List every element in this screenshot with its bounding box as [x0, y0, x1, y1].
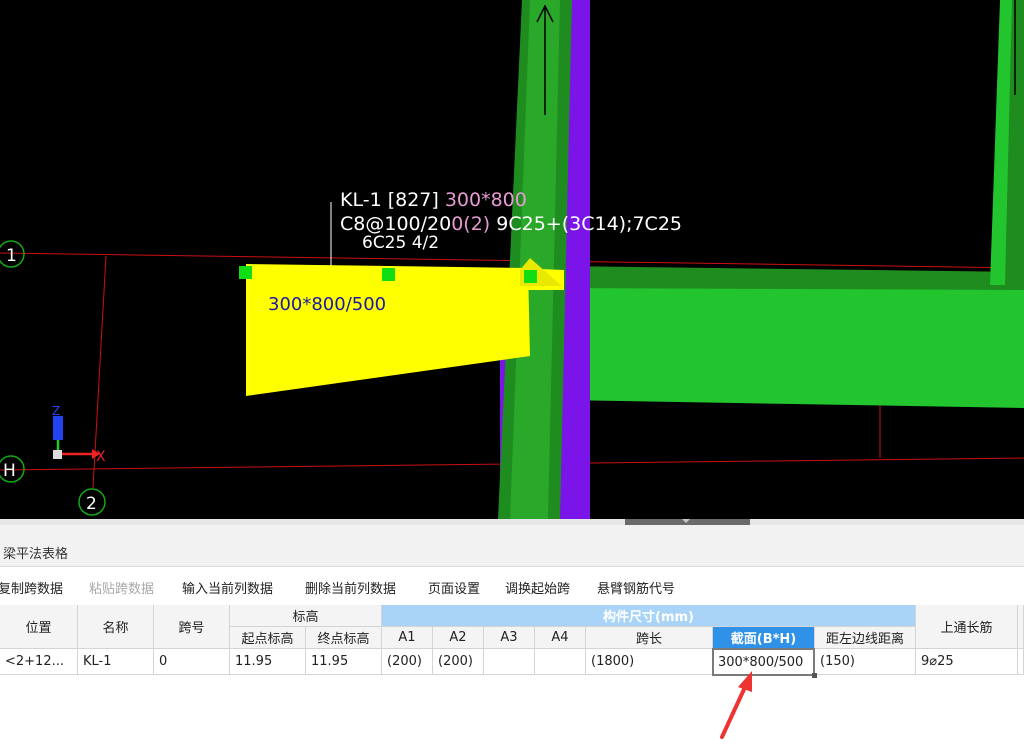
ucs-x-label: X [96, 449, 106, 465]
col-header-a1[interactable]: A1 [382, 627, 433, 649]
cad-viewport[interactable]: KL-1 [827] 300*800 C8@100/200(2) 9C25+(3… [0, 0, 1024, 519]
col-header-span-no[interactable]: 跨号 [154, 605, 230, 649]
cell-name[interactable]: KL-1 [78, 649, 154, 675]
delete-column-data-button[interactable]: 删除当前列数据 [305, 578, 396, 597]
axis-label-1: 1 [6, 246, 17, 266]
axis-label-2: 2 [86, 494, 97, 514]
annotation-arrow [720, 671, 752, 739]
col-header-elevation[interactable]: 标高 [230, 605, 382, 627]
beam-green-top-edge [562, 266, 1024, 290]
cell-overflow [1018, 649, 1024, 675]
beam-selected[interactable] [246, 264, 530, 396]
col-header-a3[interactable]: A3 [484, 627, 535, 649]
grip-mid[interactable] [382, 268, 395, 281]
axis-label-h: H [3, 461, 16, 481]
cell-a2[interactable]: (200) [433, 649, 484, 675]
annotation-arrow-head [738, 671, 752, 692]
panel-title: 梁平法表格 [0, 525, 1024, 567]
copy-span-data-button[interactable]: 复制跨数据 [0, 578, 63, 597]
col-header-overflow [1018, 605, 1024, 649]
grip-start[interactable] [239, 266, 252, 279]
beam-table-panel: 梁平法表格 复制跨数据 粘贴跨数据 输入当前列数据 删除当前列数据 页面设置 调… [0, 525, 1024, 748]
cantilever-rebar-code-button[interactable]: 悬臂钢筋代号 [597, 578, 675, 597]
col-header-start-elev[interactable]: 起点标高 [230, 627, 306, 649]
ucs-z-label: Z [52, 404, 60, 418]
fill-handle[interactable] [812, 673, 817, 678]
section-label[interactable]: 300*800/500 [268, 294, 386, 315]
ucs-z-axis [53, 416, 63, 440]
col-header-section[interactable]: 截面(B*H) [713, 627, 815, 649]
annotation-arrow-shaft [720, 683, 748, 739]
col-header-position[interactable]: 位置 [0, 605, 78, 649]
swap-start-span-button[interactable]: 调换起始跨 [505, 578, 570, 597]
beam-table: 位置 名称 跨号 标高 构件尺寸(mm) 上通长筋 起点标高 终点标高 A1 A… [0, 605, 1024, 748]
col-header-top-bar[interactable]: 上通长筋 [916, 605, 1018, 649]
cad-drawing: KL-1 [827] 300*800 C8@100/200(2) 9C25+(3… [0, 0, 1024, 519]
col-header-dimensions[interactable]: 构件尺寸(mm) [382, 605, 916, 627]
annotation-line3[interactable]: 6C25 4/2 [362, 233, 439, 253]
cell-a4[interactable] [535, 649, 586, 675]
annotation-line1[interactable]: KL-1 [827] 300*800 [340, 189, 527, 211]
grip-end[interactable] [524, 270, 537, 283]
annotation-line2[interactable]: C8@100/200(2) 9C25+(3C14);7C25 [340, 213, 682, 235]
paste-span-data-button[interactable]: 粘贴跨数据 [89, 578, 154, 597]
cell-top-bar[interactable]: 9⌀25 [916, 649, 1018, 675]
cell-span-length[interactable]: (1800) [586, 649, 713, 675]
cell-a1[interactable]: (200) [382, 649, 433, 675]
cell-end-elev[interactable]: 11.95 [306, 649, 382, 675]
input-column-data-button[interactable]: 输入当前列数据 [182, 578, 273, 597]
col-header-end-elev[interactable]: 终点标高 [306, 627, 382, 649]
panel-toolbar: 复制跨数据 粘贴跨数据 输入当前列数据 删除当前列数据 页面设置 调换起始跨 悬… [0, 567, 1024, 605]
ucs-origin [53, 450, 62, 459]
chevron-down-icon [682, 519, 690, 523]
cell-start-elev[interactable]: 11.95 [230, 649, 306, 675]
page-setup-button[interactable]: 页面设置 [428, 578, 480, 597]
col-header-a4[interactable]: A4 [535, 627, 586, 649]
cell-span-no[interactable]: 0 [154, 649, 230, 675]
col-header-left-distance[interactable]: 距左边线距离 [815, 627, 916, 649]
cell-position[interactable]: <2+12... [0, 649, 78, 675]
cell-left-distance[interactable]: (150) [815, 649, 916, 675]
col-header-name[interactable]: 名称 [78, 605, 154, 649]
cell-a3[interactable] [484, 649, 535, 675]
col-header-a2[interactable]: A2 [433, 627, 484, 649]
col-header-span-length[interactable]: 跨长 [586, 627, 713, 649]
